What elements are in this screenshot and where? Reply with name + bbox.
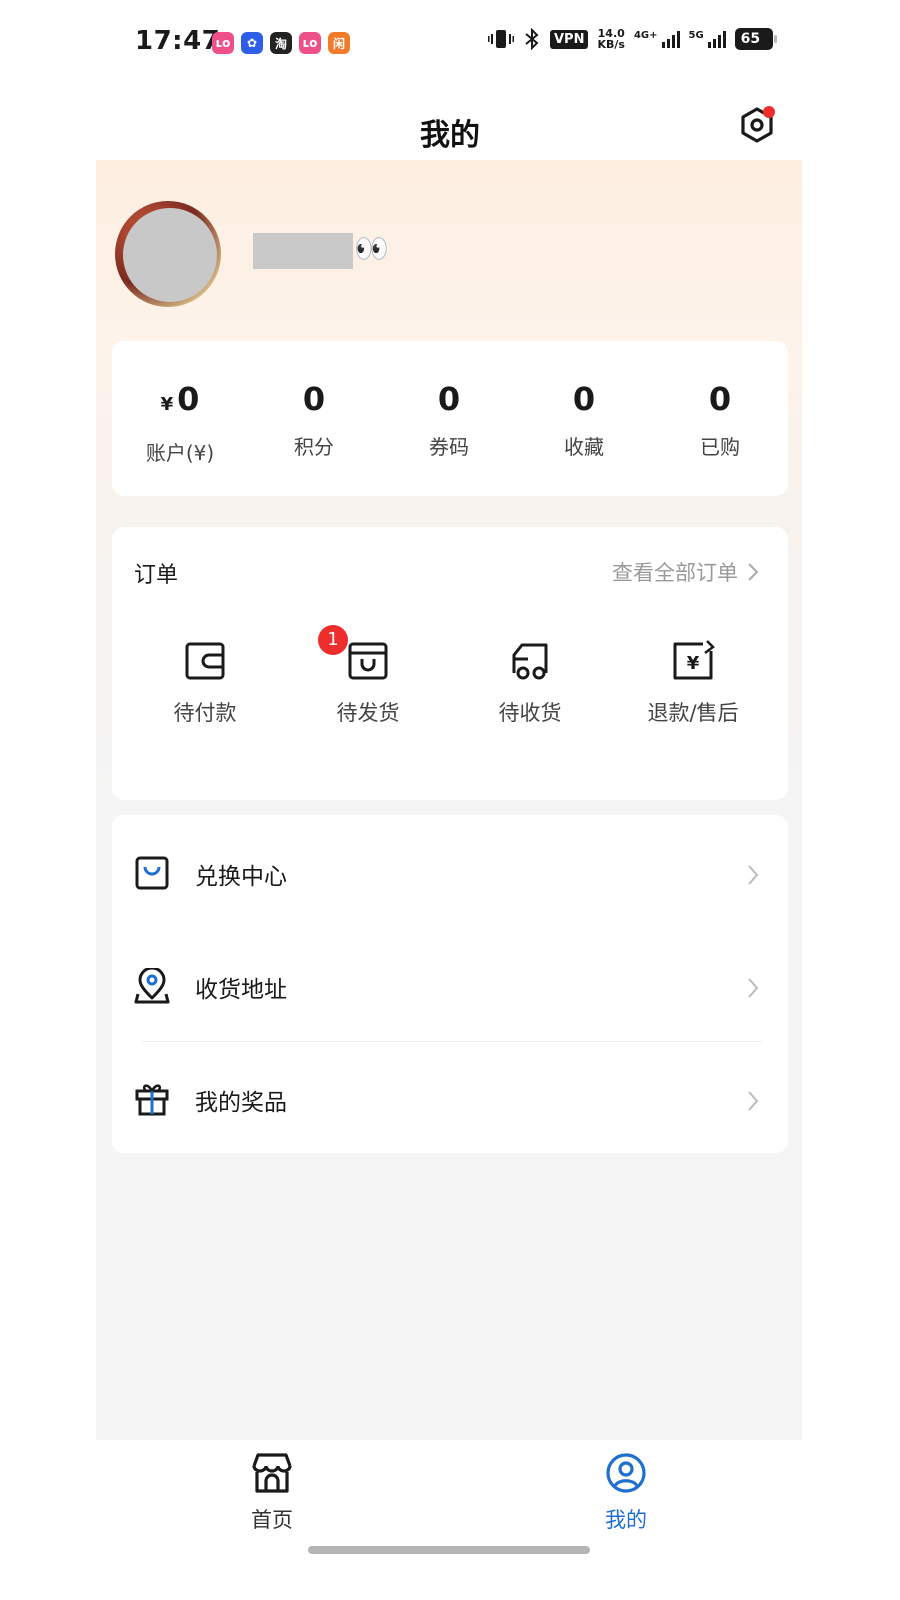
stat-favorites[interactable]: 0 收藏	[516, 379, 652, 460]
vpn-indicator: VPN	[550, 29, 589, 49]
stat-value: 0	[302, 380, 326, 418]
stat-value: 0	[572, 380, 596, 418]
stat-value: 0	[177, 380, 200, 418]
order-pending-receipt[interactable]: 待收货	[449, 639, 611, 727]
menu-card: 兑换中心 收货地址 我的奖品	[112, 815, 788, 1153]
status-bar: 17:47 ʟᴏ ✿ 淘 ʟᴏ 闲 VPN 14.0 KB/s 4G+ 5G 6…	[0, 0, 900, 90]
stat-label: 积分	[294, 435, 334, 459]
notification-dot	[763, 106, 775, 118]
truck-icon	[512, 643, 548, 680]
taobao-icon: 淘	[270, 32, 292, 54]
location-pin-icon	[134, 968, 170, 1004]
status-app-icons: ʟᴏ ✿ 淘 ʟᴏ 闲	[212, 32, 350, 54]
menu-item-label: 兑换中心	[195, 864, 287, 890]
pending-shipment-badge: 1	[318, 625, 348, 655]
home-indicator[interactable]	[308, 1546, 590, 1554]
stat-account-balance[interactable]: ¥0 账户(¥)	[112, 379, 248, 466]
vibrate-icon	[488, 30, 514, 48]
menu-item-exchange-center[interactable]: 兑换中心	[112, 817, 788, 929]
chevron-right-icon	[748, 563, 759, 581]
battery-icon: 65	[734, 28, 777, 50]
order-label: 待收货	[498, 701, 562, 725]
order-label: 待发货	[336, 701, 400, 725]
menu-item-label: 我的奖品	[195, 1090, 287, 1116]
stat-coupons[interactable]: 0 券码	[381, 379, 517, 460]
username-emoji: 👀	[354, 232, 389, 265]
network-speed-unit: KB/s	[597, 38, 625, 51]
order-pending-shipment[interactable]: 待发货	[287, 639, 449, 727]
username-redacted	[253, 233, 353, 269]
stat-label: 券码	[429, 435, 469, 459]
order-label: 待付款	[173, 701, 237, 725]
user-circle-icon	[606, 1453, 646, 1493]
menu-item-my-prizes[interactable]: 我的奖品	[112, 1043, 788, 1155]
signal-5g-label: 5G	[688, 30, 704, 41]
network-speed: 14.0 KB/s	[597, 28, 624, 50]
shopping-bag-icon	[135, 856, 169, 890]
signal-4g-label: 4G+	[633, 30, 658, 41]
orders-title: 订单	[134, 563, 179, 588]
svg-text:¥: ¥	[687, 653, 700, 674]
blue-app-icon: ✿	[241, 32, 263, 54]
currency-symbol: ¥	[160, 394, 174, 415]
view-all-orders-label: 查看全部订单	[612, 561, 738, 585]
signal-4g-icon: 4G+	[634, 30, 680, 48]
tab-label: 我的	[605, 1508, 647, 1532]
order-label: 退款/售后	[647, 701, 739, 725]
stat-value: 0	[708, 380, 732, 418]
menu-item-shipping-address[interactable]: 收货地址	[112, 930, 788, 1042]
order-refund-aftersale[interactable]: ¥ 退款/售后	[612, 639, 774, 727]
wallet-icon	[185, 642, 225, 680]
stat-points[interactable]: 0 积分	[246, 379, 382, 460]
stat-purchased[interactable]: 0 已购	[652, 379, 788, 460]
stats-card: ¥0 账户(¥) 0 积分 0 券码 0 收藏 0 已购	[112, 341, 788, 496]
menu-divider	[142, 1041, 762, 1042]
chevron-right-icon	[748, 978, 759, 998]
tab-home[interactable]: 首页	[212, 1452, 332, 1534]
order-pending-payment[interactable]: 待付款	[124, 639, 286, 727]
bottom-tab-bar	[0, 1440, 900, 1600]
refund-icon: ¥	[673, 640, 715, 680]
box-icon	[348, 642, 388, 680]
view-all-orders-link[interactable]: 查看全部订单	[612, 557, 760, 587]
status-indicators: VPN 14.0 KB/s 4G+ 5G 65	[488, 28, 777, 50]
menu-item-label: 收货地址	[195, 977, 287, 1003]
stat-label: 账户(¥)	[145, 441, 215, 465]
store-icon	[252, 1453, 292, 1493]
lofter-icon: ʟᴏ	[212, 32, 234, 54]
xianyu-icon: 闲	[328, 32, 350, 54]
settings-button[interactable]	[736, 104, 778, 146]
avatar-redacted	[123, 208, 217, 302]
gift-icon	[135, 1084, 169, 1116]
orders-card: 订单 查看全部订单 待付款 待发货 1 待收货 ¥ 退款/售后	[112, 527, 788, 800]
bluetooth-icon	[525, 28, 539, 50]
stat-value: 0	[437, 380, 461, 418]
stat-label: 收藏	[564, 435, 604, 459]
status-time: 17:47	[135, 26, 221, 56]
signal-5g-icon: 5G	[689, 30, 726, 48]
tab-label: 首页	[251, 1508, 293, 1532]
lofter-icon: ʟᴏ	[299, 32, 321, 54]
stat-label: 已购	[700, 435, 740, 459]
chevron-right-icon	[748, 1091, 759, 1111]
tab-mine[interactable]: 我的	[566, 1452, 686, 1534]
chevron-right-icon	[748, 865, 759, 885]
